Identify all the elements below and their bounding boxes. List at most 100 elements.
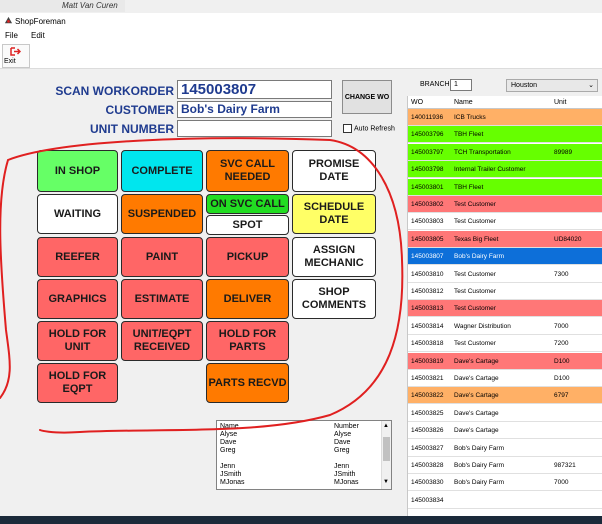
col-header-wo[interactable]: WO <box>411 99 423 106</box>
table-row[interactable]: 145003830 Bob's Dairy Farm 7000 <box>408 474 602 492</box>
paint-button[interactable]: PAINT <box>121 237 203 277</box>
checkbox-box[interactable] <box>343 124 352 133</box>
grid-cell-wo: 145003830 <box>411 479 444 487</box>
table-row[interactable]: 145003827 Bob's Dairy Farm <box>408 439 602 457</box>
list-item-name: Jenn <box>220 463 236 470</box>
grid-cell-name: TBH Fleet <box>454 183 484 191</box>
list-scrollbar[interactable]: ▲ ▼ <box>381 421 391 489</box>
table-row[interactable]: 140011936 ICB Trucks <box>408 109 602 126</box>
table-row[interactable]: 145003807 Bob's Dairy Farm <box>408 248 602 266</box>
deliver-button[interactable]: DELIVER <box>206 279 289 319</box>
menu-file[interactable]: File <box>5 31 18 40</box>
shop-comments-button[interactable]: SHOP COMMENTS <box>292 279 376 319</box>
exit-button[interactable]: Exit <box>2 44 30 68</box>
grid-cell-wo: 145003828 <box>411 462 444 469</box>
table-row[interactable]: 145003814 Wagner Distribution 7000 <box>408 317 602 335</box>
parts-recvd-button[interactable]: PARTS RECVD <box>206 363 289 403</box>
scroll-up-icon[interactable]: ▲ <box>383 423 389 429</box>
hold-for-parts-button[interactable]: HOLD FOR PARTS <box>206 321 289 361</box>
list-item[interactable]: Alyse Alyse <box>220 431 380 439</box>
table-row[interactable]: 145003822 Dave's Cartage 6797 <box>408 387 602 405</box>
table-row[interactable]: 145003826 Dave's Cartage <box>408 422 602 440</box>
reefer-button[interactable]: REEFER <box>37 237 118 277</box>
table-row[interactable]: 145003802 Test Customer <box>408 196 602 213</box>
suspended-button[interactable]: SUSPENDED <box>121 194 203 234</box>
change-wo-button[interactable]: CHANGE WO <box>342 80 392 114</box>
user-listbox[interactable]: Name Number Alyse Alyse Dave Dave Greg Greg… <box>216 420 392 490</box>
table-row[interactable]: 145003813 Test Customer <box>408 300 602 318</box>
grid-cell-wo: 145003810 <box>411 270 444 278</box>
grid-cell-wo: 145003821 <box>411 375 444 382</box>
table-row[interactable]: 145003797 TCH Transportation 89989 <box>408 143 602 161</box>
grid-cell-name: Bob's Dairy Farm <box>454 253 505 261</box>
table-row[interactable]: 145003828 Bob's Dairy Farm 987321 <box>408 457 602 474</box>
hold-for-unit-button[interactable]: HOLD FOR UNIT <box>37 321 118 361</box>
workorder-grid[interactable]: WO Name Unit 140011936 ICB Trucks 14500379… <box>407 96 602 516</box>
promise-date-button[interactable]: PROMISE DATE <box>292 150 376 192</box>
grid-cell-name: Test Customer <box>454 288 496 295</box>
auto-refresh-label: Auto Refresh <box>354 125 395 133</box>
list-item-name: Greg <box>220 447 236 454</box>
hold-for-eqpt-button[interactable]: HOLD FOR EQPT <box>37 363 118 403</box>
grid-cell-wo: 145003822 <box>411 392 444 400</box>
schedule-date-button[interactable]: SCHEDULE DATE <box>292 194 376 234</box>
grid-cell-unit: 89989 <box>554 148 573 156</box>
waiting-button[interactable]: WAITING <box>37 194 118 234</box>
grid-cell-wo: 145003802 <box>411 201 444 208</box>
list-item[interactable]: Greg Greg <box>220 447 380 455</box>
table-row[interactable]: 145003821 Dave's Cartage D100 <box>408 370 602 387</box>
workorder-input[interactable]: 145003807 <box>177 80 332 99</box>
list-item[interactable]: MJonas MJonas <box>220 479 380 487</box>
table-row[interactable]: 145003818 Test Customer 7200 <box>408 335 602 353</box>
list-item[interactable]: JSmith JSmith <box>220 471 380 479</box>
scroll-thumb[interactable] <box>383 437 390 461</box>
auto-refresh-checkbox[interactable]: Auto Refresh <box>343 124 395 133</box>
list-item[interactable]: Jenn Jenn <box>220 463 380 471</box>
table-row[interactable]: 145003798 Internal Trailer Customer <box>408 161 602 179</box>
unit-number-label: UNIT NUMBER <box>90 122 174 136</box>
table-row[interactable]: 145003812 Test Customer <box>408 283 602 300</box>
menu-edit[interactable]: Edit <box>31 31 45 40</box>
complete-button[interactable]: COMPLETE <box>121 150 203 192</box>
app-title: ShopForeman <box>15 17 66 26</box>
unit-number-input[interactable] <box>177 120 332 137</box>
list-item-number: JSmith <box>334 471 356 478</box>
unit-eqpt-received-button[interactable]: UNIT/EQPT RECEIVED <box>121 321 203 361</box>
list-item[interactable]: Dave Dave <box>220 439 380 447</box>
assign-mechanic-button[interactable]: ASSIGN MECHANIC <box>292 237 376 277</box>
estimate-button[interactable]: ESTIMATE <box>121 279 203 319</box>
app-icon <box>4 16 13 24</box>
table-row[interactable]: 145003810 Test Customer 7300 <box>408 265 602 283</box>
scroll-down-icon[interactable]: ▼ <box>383 479 389 485</box>
table-row[interactable]: 145003796 TBH Fleet <box>408 126 602 144</box>
table-row[interactable]: 145003805 Texas Big Fleet UD84020 <box>408 230 602 248</box>
table-row[interactable]: 145003801 TBH Fleet <box>408 178 602 196</box>
grid-cell-unit: 7000 <box>554 479 569 487</box>
grid-cell-name: Test Customer <box>454 340 496 348</box>
grid-cell-name: Bob's Dairy Farm <box>454 479 505 487</box>
graphics-button[interactable]: GRAPHICS <box>37 279 118 319</box>
customer-input[interactable]: Bob's Dairy Farm <box>177 101 332 118</box>
list-item-name: MJonas <box>220 479 245 486</box>
table-row[interactable]: 145003803 Test Customer <box>408 213 602 231</box>
grid-cell-unit: 7200 <box>554 340 569 348</box>
pickup-button[interactable]: PICKUP <box>206 237 289 277</box>
in-shop-button[interactable]: IN SHOP <box>37 150 118 192</box>
table-row[interactable]: 145003834 <box>408 491 602 509</box>
svc-call-needed-button[interactable]: SVC CALL NEEDED <box>206 150 289 192</box>
col-header-name[interactable]: Name <box>454 99 473 106</box>
table-row[interactable]: 145003819 Dave's Cartage D100 <box>408 352 602 370</box>
list-item-name: Dave <box>220 439 237 446</box>
menu-bar: File Edit <box>0 29 602 42</box>
spot-button[interactable]: SPOT <box>206 215 289 235</box>
branch-select[interactable]: Houston ⌄ <box>506 79 598 92</box>
grid-cell-wo: 145003798 <box>411 166 444 174</box>
branch-number-input[interactable]: 1 <box>450 79 472 91</box>
grid-cell-wo: 145003812 <box>411 288 444 295</box>
list-item[interactable] <box>220 455 380 463</box>
on-svc-call-button[interactable]: ON SVC CALL <box>206 194 289 214</box>
table-row[interactable]: 145003825 Dave's Cartage <box>408 404 602 422</box>
list-header-number: Number <box>334 423 359 430</box>
user-name-strip: Matt Van Curen <box>0 0 125 12</box>
col-header-unit[interactable]: Unit <box>554 99 566 106</box>
